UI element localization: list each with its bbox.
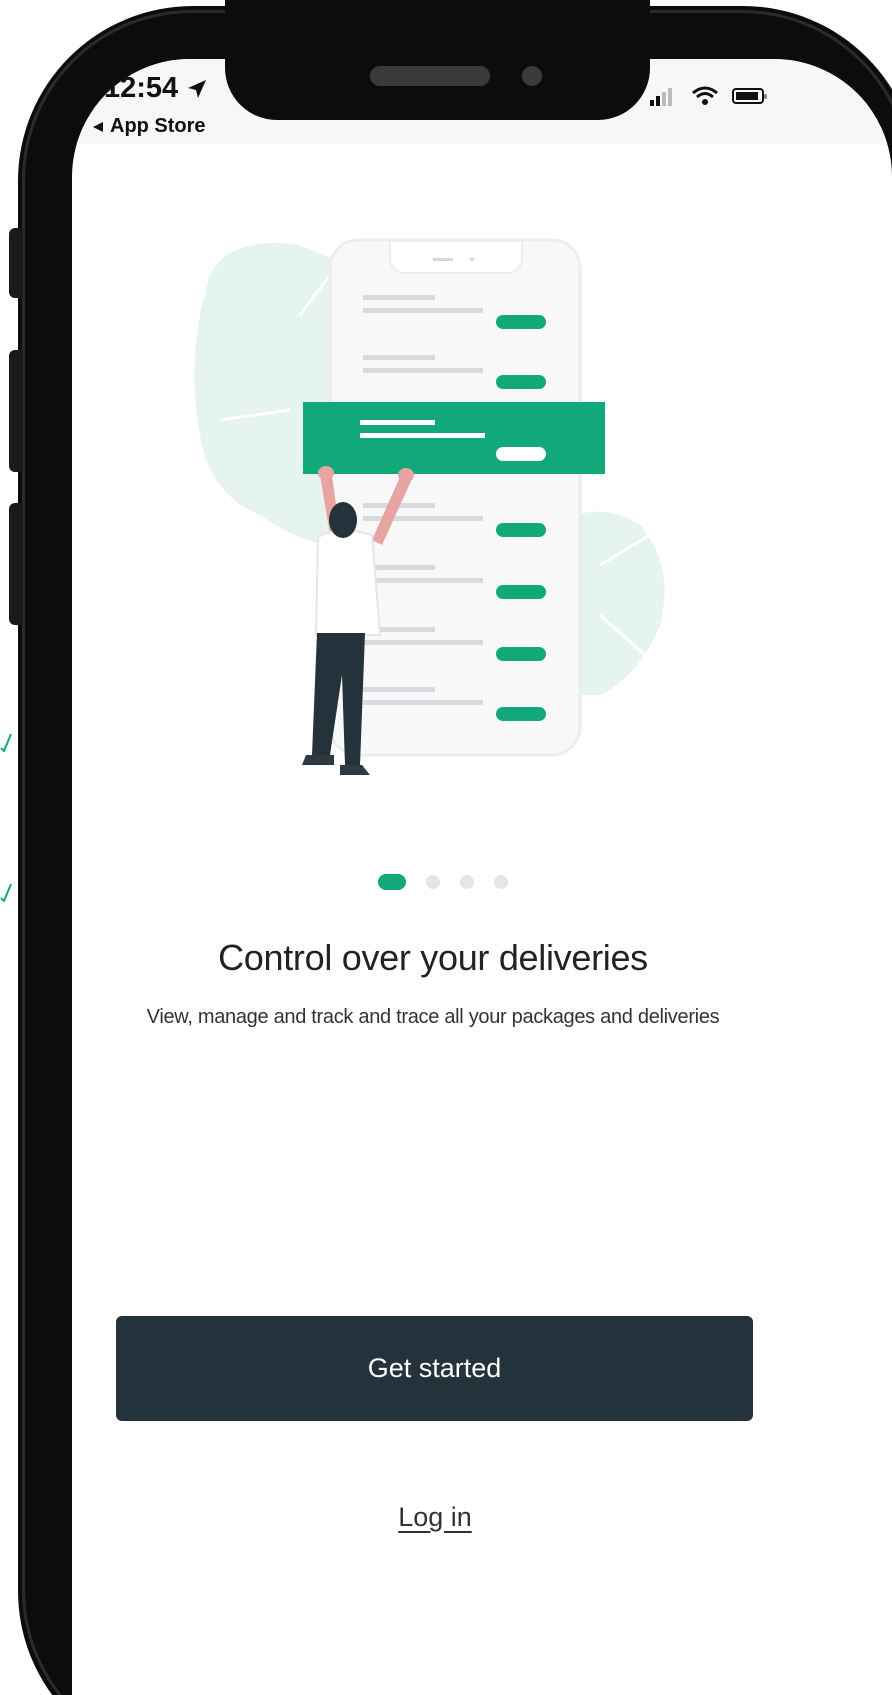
onboarding-description: View, manage and track and trace all you… (146, 1006, 720, 1028)
volume-down-button (9, 503, 23, 625)
back-label: App Store (110, 115, 206, 137)
front-camera (522, 66, 542, 86)
signal-bars-icon (650, 88, 672, 106)
back-to-app-store[interactable]: App Store (92, 115, 206, 138)
location-arrow-icon (188, 79, 207, 98)
onboarding-pager (378, 874, 508, 890)
blob-right (575, 511, 665, 695)
battery-icon (732, 88, 767, 104)
pager-dot[interactable] (460, 875, 474, 889)
log-in-link[interactable]: Log in (335, 1502, 535, 1533)
get-started-button[interactable]: Get started (116, 1316, 753, 1421)
wifi-icon (692, 86, 718, 105)
speaker-grille (370, 66, 490, 86)
deliveries-illustration (194, 238, 665, 775)
phone-notch (225, 0, 650, 120)
pager-dot[interactable] (426, 875, 440, 889)
pager-dot-active[interactable] (378, 874, 406, 890)
volume-up-button (9, 350, 23, 472)
status-time-text: 12:54 (104, 72, 179, 104)
app-screenshot: 12:54 App Store Control over your delive… (0, 0, 892, 1695)
mute-switch (9, 228, 23, 298)
status-indicators (650, 86, 768, 106)
check-mark-icon (0, 733, 12, 752)
onboarding-title: Control over your deliveries (218, 937, 648, 978)
check-mark-icon (0, 883, 12, 902)
back-triangle-icon (93, 121, 103, 132)
pager-dot[interactable] (494, 875, 508, 889)
status-time: 12:54 (104, 72, 208, 105)
